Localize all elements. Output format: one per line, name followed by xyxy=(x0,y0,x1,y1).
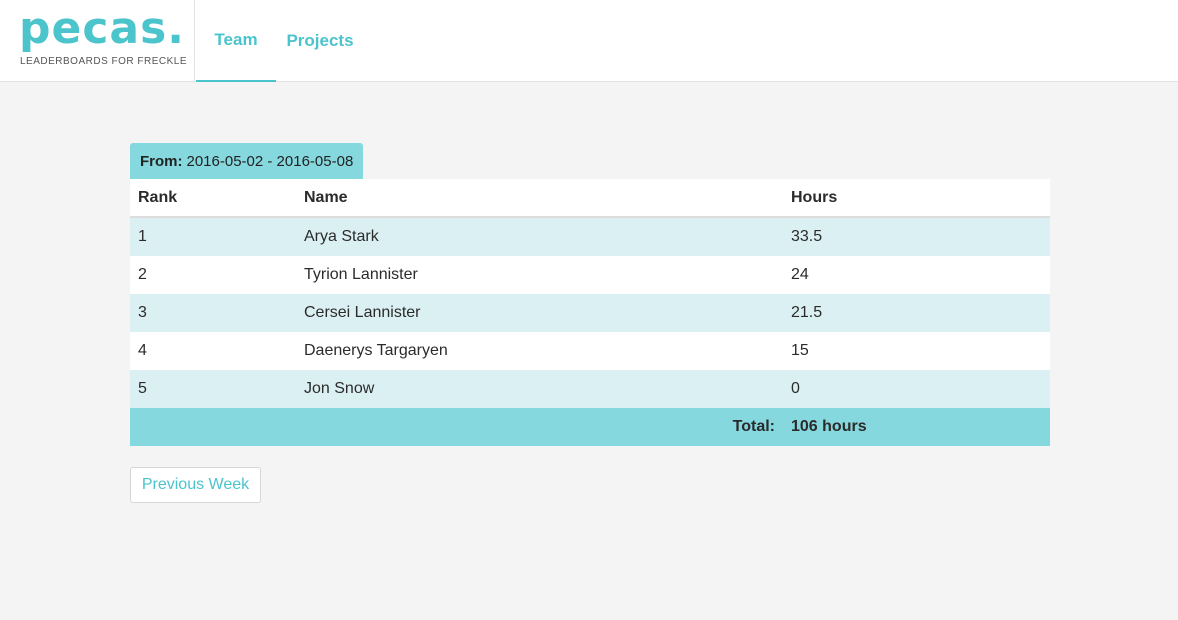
rank-cell: 3 xyxy=(138,304,147,321)
tab-team[interactable]: Team xyxy=(196,0,276,82)
rank-cell: 5 xyxy=(138,380,147,397)
total-value: 106 hours xyxy=(791,418,867,435)
rank-cell: 2 xyxy=(138,266,147,283)
table-row: 5 Jon Snow 0 xyxy=(130,370,1050,408)
date-range-badge: From: 2016-05-02 - 2016-05-08 xyxy=(130,143,364,179)
header-name: Name xyxy=(304,188,348,206)
previous-week-button[interactable]: Previous Week xyxy=(130,467,261,503)
header-hours: Hours xyxy=(791,188,838,206)
brand[interactable]: pecas. LEADERBOARDS FOR FRECKLE xyxy=(0,0,195,82)
table-row: 2 Tyrion Lannister 24 xyxy=(130,256,1050,294)
tagline: LEADERBOARDS FOR FRECKLE xyxy=(20,56,188,67)
name-cell: Arya Stark xyxy=(304,228,379,245)
table-row: 4 Daenerys Targaryen 15 xyxy=(130,332,1050,370)
leaderboard-table: Rank Name Hours 1 Arya Stark 33.5 2 Tyri… xyxy=(130,179,1050,446)
hours-cell: 0 xyxy=(791,380,800,397)
table-header-row: Rank Name Hours xyxy=(130,179,1050,218)
name-cell: Jon Snow xyxy=(304,380,375,397)
rank-cell: 1 xyxy=(138,228,147,245)
hours-cell: 15 xyxy=(791,342,809,359)
table-total-row: Total: 106 hours xyxy=(130,408,1050,446)
date-range-label: From: xyxy=(140,152,183,170)
hours-cell: 21.5 xyxy=(791,304,823,321)
hours-cell: 24 xyxy=(791,266,809,283)
top-header: pecas. LEADERBOARDS FOR FRECKLE Team Pro… xyxy=(0,0,1178,82)
table-row: 1 Arya Stark 33.5 xyxy=(130,218,1050,256)
rank-cell: 4 xyxy=(138,342,147,359)
hours-cell: 33.5 xyxy=(791,228,823,245)
tab-projects[interactable]: Projects xyxy=(282,0,358,82)
table-row: 3 Cersei Lannister 21.5 xyxy=(130,294,1050,332)
name-cell: Cersei Lannister xyxy=(304,304,421,321)
total-label: Total: xyxy=(732,418,775,435)
date-range-value: 2016-05-02 - 2016-05-08 xyxy=(186,152,354,170)
name-cell: Tyrion Lannister xyxy=(304,266,418,283)
name-cell: Daenerys Targaryen xyxy=(304,342,448,359)
logo[interactable]: pecas. xyxy=(19,4,185,54)
header-rank: Rank xyxy=(138,188,178,206)
